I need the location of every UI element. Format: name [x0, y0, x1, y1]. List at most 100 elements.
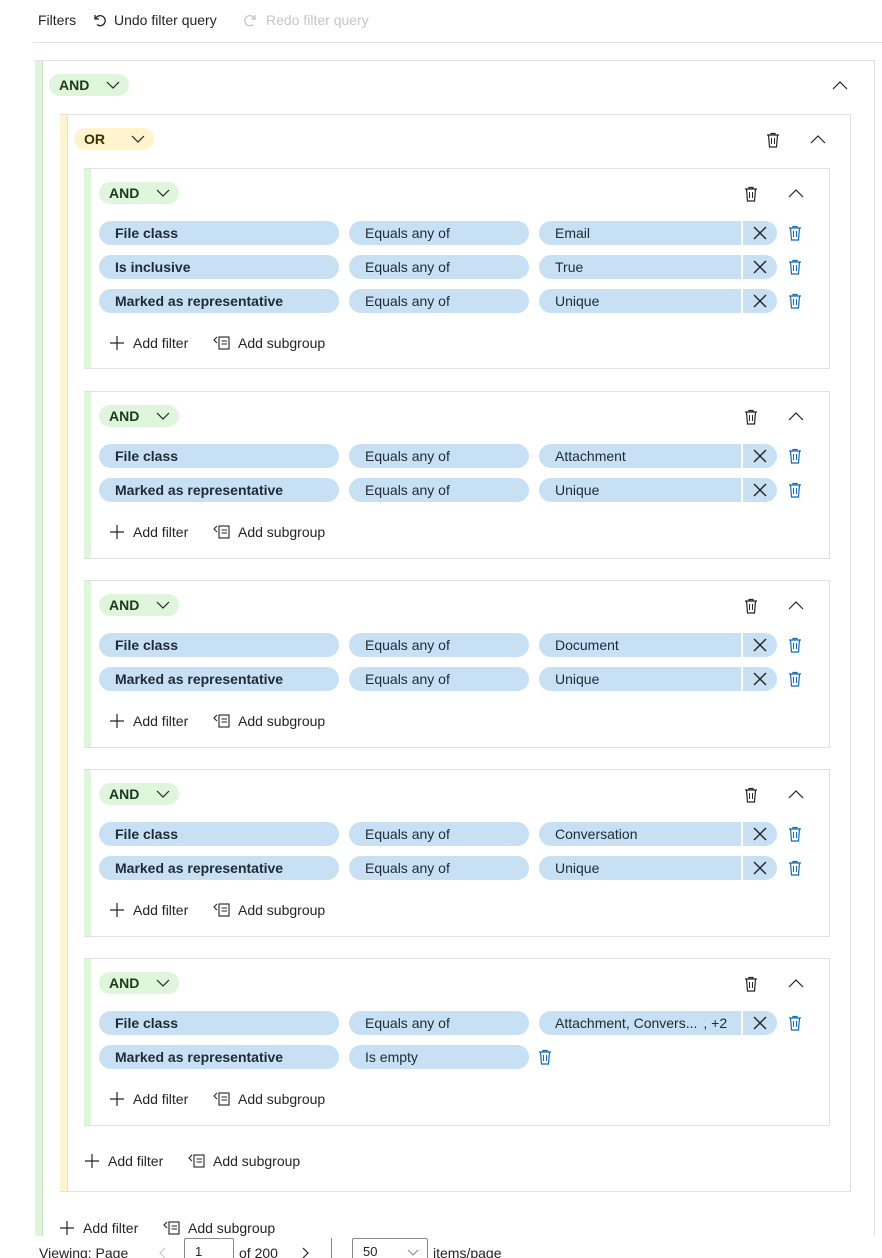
filter-field-chip[interactable]: File class — [99, 822, 339, 846]
filter-field-chip[interactable]: Marked as representative — [99, 289, 339, 313]
or-delete-button[interactable] — [763, 130, 783, 150]
filter-value-chip[interactable]: Document — [539, 633, 741, 657]
filter-field-chip[interactable]: File class — [99, 221, 339, 245]
delete-filter-button[interactable] — [785, 291, 805, 311]
or-add-subgroup-button[interactable]: Add subgroup — [188, 1151, 300, 1171]
filter-field-chip[interactable]: Marked as representative — [99, 1045, 339, 1069]
delete-filter-button[interactable] — [785, 858, 805, 878]
filter-value-chip[interactable]: Attachment, Convers... , +2 — [539, 1011, 741, 1035]
subgroup-delete-button[interactable] — [741, 785, 761, 805]
add-filter-button[interactable]: Add filter — [109, 522, 188, 542]
filter-condition-chip[interactable]: Equals any of — [349, 633, 529, 657]
filter-value-chip[interactable]: Unique — [539, 289, 741, 313]
filter-condition-chip[interactable]: Equals any of — [349, 856, 529, 880]
filter-condition-chip[interactable]: Is empty — [349, 1045, 529, 1069]
subgroup-collapse-button[interactable] — [786, 785, 806, 805]
add-subgroup-button[interactable]: Add subgroup — [213, 522, 325, 542]
page-size-select[interactable]: 50 — [352, 1238, 428, 1258]
subgroup-delete-button[interactable] — [741, 974, 761, 994]
chevron-up-icon — [788, 790, 804, 799]
filter-value-chip[interactable]: Unique — [539, 478, 741, 502]
filter-condition-chip[interactable]: Equals any of — [349, 478, 529, 502]
filter-condition-chip[interactable]: Equals any of — [349, 444, 529, 468]
redo-filter-button[interactable]: Redo filter query — [244, 10, 369, 30]
subgroup-delete-button[interactable] — [741, 184, 761, 204]
subgroup-and-bar — [84, 959, 91, 1125]
filter-value-more: , +2 — [703, 1015, 728, 1031]
undo-filter-button[interactable]: Undo filter query — [92, 10, 217, 30]
root-add-filter-button[interactable]: Add filter — [59, 1218, 138, 1238]
add-filter-button[interactable]: Add filter — [109, 711, 188, 731]
subgroup-collapse-button[interactable] — [786, 407, 806, 427]
filter-field-chip[interactable]: Marked as representative — [99, 478, 339, 502]
filter-value-label: True — [555, 259, 584, 275]
clear-value-button[interactable] — [741, 856, 777, 880]
pager-prev-button[interactable] — [152, 1243, 172, 1258]
subgroup-operator-dropdown[interactable]: AND — [99, 972, 179, 994]
delete-filter-button[interactable] — [785, 1013, 805, 1033]
subgroup-delete-button[interactable] — [741, 596, 761, 616]
subgroup-collapse-button[interactable] — [786, 184, 806, 204]
add-subgroup-button[interactable]: Add subgroup — [213, 1089, 325, 1109]
clear-value-button[interactable] — [741, 444, 777, 468]
clear-value-button[interactable] — [741, 633, 777, 657]
delete-filter-button[interactable] — [785, 635, 805, 655]
clear-value-button[interactable] — [741, 1011, 777, 1035]
clear-value-button[interactable] — [741, 221, 777, 245]
subgroup-collapse-button[interactable] — [786, 596, 806, 616]
page-number-input[interactable]: 1 — [184, 1238, 234, 1258]
delete-filter-button[interactable] — [785, 824, 805, 844]
root-operator-dropdown[interactable]: AND — [49, 74, 129, 96]
filter-value-chip[interactable]: Email — [539, 221, 741, 245]
delete-filter-button[interactable] — [785, 669, 805, 689]
subgroup-operator-dropdown[interactable]: AND — [99, 182, 179, 204]
filter-field-chip[interactable]: File class — [99, 633, 339, 657]
delete-filter-button[interactable] — [785, 257, 805, 277]
filter-condition-chip[interactable]: Equals any of — [349, 1011, 529, 1035]
filter-condition-chip[interactable]: Equals any of — [349, 255, 529, 279]
filter-field-chip[interactable]: File class — [99, 1011, 339, 1035]
delete-filter-button[interactable] — [785, 223, 805, 243]
subgroup-operator-dropdown[interactable]: AND — [99, 594, 179, 616]
subgroup-delete-button[interactable] — [741, 407, 761, 427]
filter-value-chip[interactable]: Unique — [539, 667, 741, 691]
add-subgroup-button[interactable]: Add subgroup — [213, 333, 325, 353]
filter-field-chip[interactable]: Marked as representative — [99, 667, 339, 691]
filter-field-chip[interactable]: File class — [99, 444, 339, 468]
delete-filter-button[interactable] — [785, 446, 805, 466]
add-filter-button[interactable]: Add filter — [109, 900, 188, 920]
filter-value-chip[interactable]: True — [539, 255, 741, 279]
clear-value-button[interactable] — [741, 255, 777, 279]
filter-field-chip[interactable]: Is inclusive — [99, 255, 339, 279]
add-filter-button[interactable]: Add filter — [109, 333, 188, 353]
filter-condition-label: Equals any of — [365, 637, 450, 653]
clear-value-button[interactable] — [741, 289, 777, 313]
subgroup-operator-dropdown[interactable]: AND — [99, 783, 179, 805]
root-collapse-button[interactable] — [830, 76, 850, 96]
filter-value-chip[interactable]: Unique — [539, 856, 741, 880]
delete-filter-button[interactable] — [535, 1047, 555, 1067]
filter-condition-chip[interactable]: Equals any of — [349, 221, 529, 245]
undo-icon — [94, 15, 106, 27]
root-add-subgroup-button[interactable]: Add subgroup — [163, 1218, 275, 1238]
subgroup-collapse-button[interactable] — [786, 974, 806, 994]
filter-field-chip[interactable]: Marked as representative — [99, 856, 339, 880]
add-filter-label: Add filter — [133, 902, 189, 918]
or-operator-dropdown[interactable]: OR — [74, 128, 154, 150]
clear-value-button[interactable] — [741, 478, 777, 502]
filter-condition-chip[interactable]: Equals any of — [349, 289, 529, 313]
delete-filter-button[interactable] — [785, 480, 805, 500]
pager-next-button[interactable] — [296, 1243, 316, 1258]
filter-condition-chip[interactable]: Equals any of — [349, 667, 529, 691]
subgroup-operator-dropdown[interactable]: AND — [99, 405, 179, 427]
add-subgroup-button[interactable]: Add subgroup — [213, 900, 325, 920]
clear-value-button[interactable] — [741, 822, 777, 846]
add-subgroup-button[interactable]: Add subgroup — [213, 711, 325, 731]
add-filter-button[interactable]: Add filter — [109, 1089, 188, 1109]
or-collapse-button[interactable] — [808, 130, 828, 150]
clear-value-button[interactable] — [741, 667, 777, 691]
filter-value-chip[interactable]: Attachment — [539, 444, 741, 468]
filter-condition-chip[interactable]: Equals any of — [349, 822, 529, 846]
filter-value-chip[interactable]: Conversation — [539, 822, 741, 846]
or-add-filter-button[interactable]: Add filter — [84, 1151, 163, 1171]
